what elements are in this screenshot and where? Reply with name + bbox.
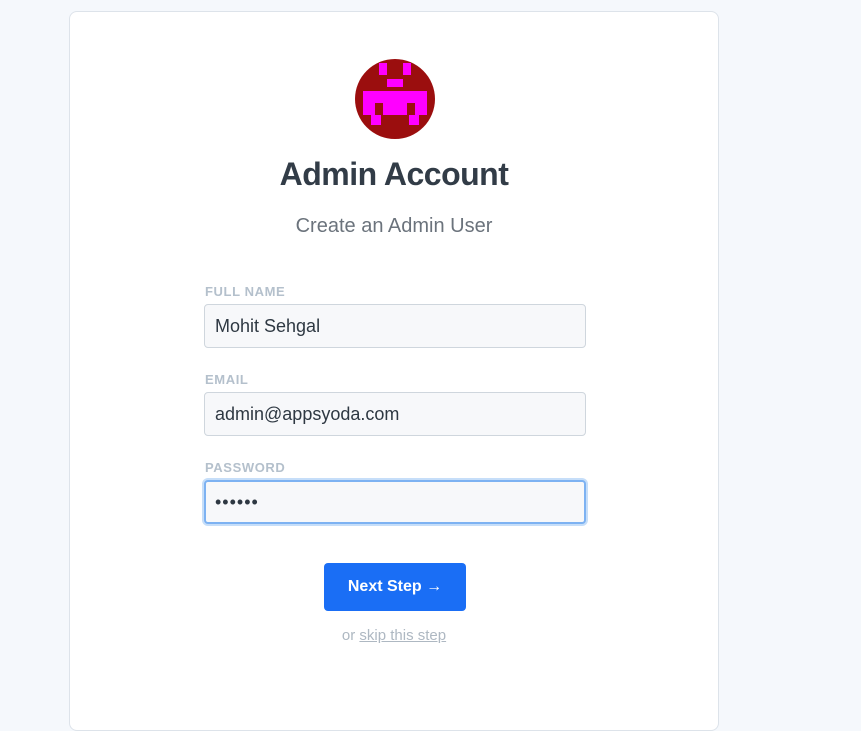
full-name-label: FULL NAME [205, 284, 286, 299]
or-text: or [341, 627, 356, 644]
full-name-input[interactable] [204, 304, 586, 348]
skip-row: or skip this step [70, 627, 718, 644]
password-label: PASSWORD [205, 460, 286, 475]
next-step-button[interactable]: Next Step → [324, 563, 466, 611]
page-subtitle: Create an Admin User [295, 215, 493, 237]
password-input[interactable] [204, 480, 586, 524]
email-label: EMAIL [205, 372, 249, 387]
email-input[interactable] [204, 392, 586, 436]
setup-card: Admin Account Create an Admin User FULL … [69, 11, 719, 731]
page-title: Admin Account [279, 156, 509, 192]
skip-step-link[interactable]: skip this step [359, 627, 446, 644]
avatar [355, 59, 435, 139]
pixel-invader-icon [363, 63, 427, 125]
